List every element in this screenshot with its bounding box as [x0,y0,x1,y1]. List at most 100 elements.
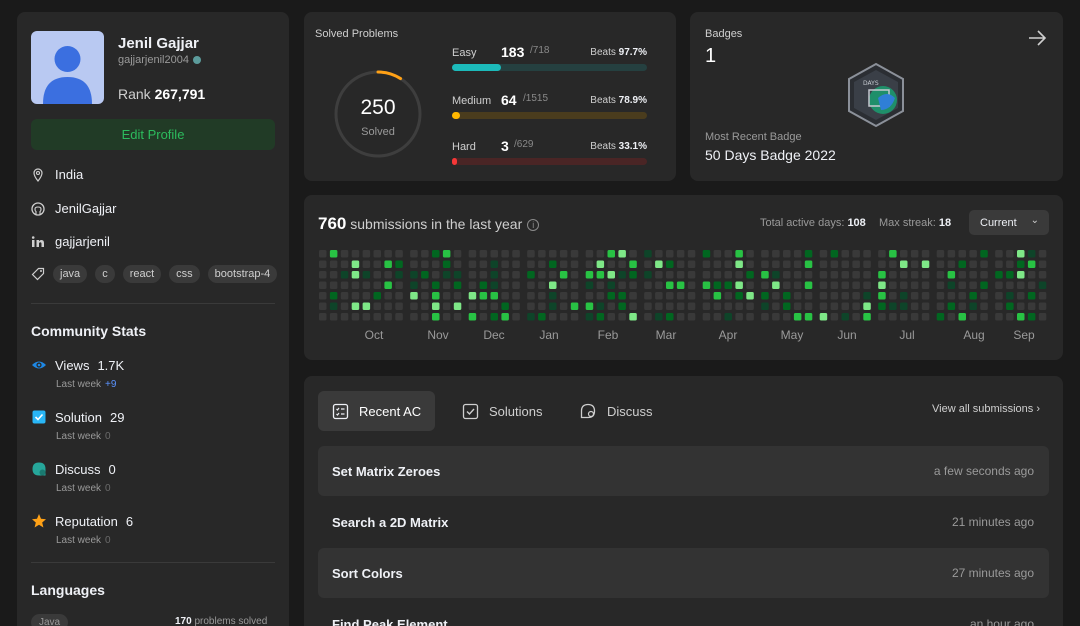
heatmap-cell[interactable] [585,302,594,311]
heatmap-cell[interactable] [319,302,327,311]
heatmap-cell[interactable] [607,292,616,300]
heatmap-cell[interactable] [852,281,860,290]
heatmap-cell[interactable] [490,271,499,279]
submission-row[interactable]: Set Matrix Zeroes a few seconds ago [318,446,1049,496]
heatmap-cell[interactable] [772,313,780,321]
heatmap-cell[interactable] [995,250,1003,258]
heatmap-cell[interactable] [735,271,743,279]
heatmap-cell[interactable] [724,302,733,311]
submission-row[interactable]: Sort Colors 27 minutes ago [318,548,1049,598]
heatmap-cell[interactable] [852,292,860,300]
heatmap-cell[interactable] [746,260,754,269]
heatmap-cell[interactable] [936,250,945,258]
heatmap-cell[interactable] [644,260,652,269]
view-all-submissions-link[interactable]: View all submissions › [932,403,1040,415]
heatmap-cell[interactable] [889,260,897,269]
heatmap-cell[interactable] [804,250,813,258]
heatmap-cell[interactable] [362,271,371,279]
heatmap-cell[interactable] [841,292,850,300]
heatmap-cell[interactable] [735,302,743,311]
heatmap-cell[interactable] [490,313,499,321]
heatmap-cell[interactable] [1038,281,1047,290]
heatmap-cell[interactable] [958,313,967,321]
heatmap-cell[interactable] [490,281,499,290]
heatmap-cell[interactable] [1006,292,1014,300]
heatmap-cell[interactable] [863,271,871,279]
heatmap-cell[interactable] [958,271,967,279]
heatmap-cell[interactable] [878,313,886,321]
linkedin-row[interactable]: gajjarjenil [31,234,110,249]
github-row[interactable]: JenilGajjar [31,201,116,216]
heatmap-cell[interactable] [629,250,637,258]
heatmap-cell[interactable] [501,250,509,258]
heatmap-cell[interactable] [410,292,418,300]
heatmap-cell[interactable] [442,292,451,300]
heatmap-cell[interactable] [900,250,908,258]
heatmap-cell[interactable] [596,292,605,300]
heatmap-cell[interactable] [479,281,488,290]
heatmap-cell[interactable] [432,271,440,279]
heatmap-cell[interactable] [453,292,462,300]
heatmap-cell[interactable] [549,260,557,269]
heatmap-cell[interactable] [969,271,977,279]
heatmap-cell[interactable] [900,260,908,269]
heatmap-cell[interactable] [421,271,429,279]
heatmap-cell[interactable] [607,281,616,290]
heatmap-cell[interactable] [783,313,791,321]
heatmap-cell[interactable] [512,250,520,258]
heatmap-cell[interactable] [570,292,579,300]
heatmap-cell[interactable] [596,302,605,311]
heatmap-cell[interactable] [666,250,674,258]
heatmap-cell[interactable] [772,302,780,311]
heatmap-cell[interactable] [512,271,520,279]
heatmap-cell[interactable] [362,260,371,269]
heatmap-cell[interactable] [969,302,977,311]
heatmap-cell[interactable] [644,250,652,258]
heatmap-cell[interactable] [319,292,327,300]
heatmap-cell[interactable] [362,302,371,311]
heatmap-cell[interactable] [969,260,977,269]
heatmap-cell[interactable] [735,260,743,269]
heatmap-cell[interactable] [618,313,626,321]
heatmap-cell[interactable] [947,313,956,321]
heatmap-cell[interactable] [395,302,403,311]
heatmap-cell[interactable] [724,250,733,258]
heatmap-cell[interactable] [585,292,594,300]
heatmap-cell[interactable] [969,292,977,300]
heatmap-cell[interactable] [538,260,546,269]
heatmap-cell[interactable] [921,271,930,279]
heatmap-cell[interactable] [362,281,371,290]
heatmap-cell[interactable] [900,281,908,290]
heatmap-cell[interactable] [527,302,535,311]
heatmap-cell[interactable] [910,250,919,258]
heatmap-cell[interactable] [936,313,945,321]
heatmap-cell[interactable] [479,302,488,311]
heatmap-cell[interactable] [442,271,451,279]
heatmap-cell[interactable] [527,250,535,258]
heatmap-cell[interactable] [410,302,418,311]
heatmap-cell[interactable] [538,292,546,300]
tab-recent-ac[interactable]: Recent AC [318,391,436,431]
heatmap-cell[interactable] [804,260,813,269]
heatmap-cell[interactable] [501,292,509,300]
heatmap-cell[interactable] [793,271,802,279]
heatmap-cell[interactable] [878,281,886,290]
heatmap-cell[interactable] [1017,250,1025,258]
heatmap-cell[interactable] [329,271,338,279]
heatmap-cell[interactable] [687,292,696,300]
heatmap-cell[interactable] [666,302,674,311]
heatmap-cell[interactable] [629,260,637,269]
heatmap-cell[interactable] [819,260,828,269]
heatmap-cell[interactable] [421,281,429,290]
heatmap-cell[interactable] [468,250,477,258]
heatmap-cell[interactable] [772,260,780,269]
heatmap-cell[interactable] [819,250,828,258]
heatmap-cell[interactable] [362,292,371,300]
heatmap-cell[interactable] [830,250,839,258]
heatmap-cell[interactable] [969,250,977,258]
heatmap-cell[interactable] [772,271,780,279]
heatmap-cell[interactable] [761,250,769,258]
heatmap-cell[interactable] [538,281,546,290]
heatmap-cell[interactable] [702,260,711,269]
heatmap-cell[interactable] [329,250,338,258]
